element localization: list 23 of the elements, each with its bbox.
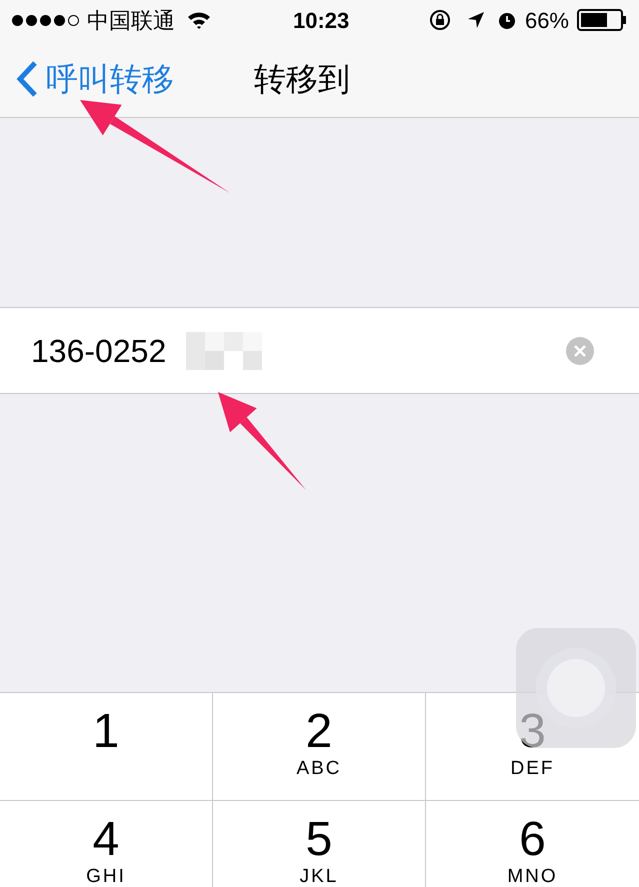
wifi-icon: [187, 11, 211, 29]
keypad-key[interactable]: 3 DEF: [426, 693, 639, 800]
carrier-name: 中国联通: [87, 6, 175, 34]
keypad-key[interactable]: 6 MNO: [426, 801, 639, 887]
keypad-key[interactable]: 1: [0, 693, 213, 800]
keypad-key[interactable]: 4 GHI: [0, 801, 213, 887]
clock-time: 10:23: [293, 6, 350, 34]
chevron-left-icon: [16, 60, 38, 98]
battery-percentage: 66%: [524, 6, 569, 34]
signal-icon: [12, 14, 79, 26]
rotation-lock-icon: [428, 9, 451, 31]
close-icon: [574, 344, 586, 356]
phone-number: 136-0252: [31, 332, 166, 370]
phone-number-field[interactable]: 136-0252: [0, 307, 639, 394]
keypad-key[interactable]: 5 JKL: [213, 801, 426, 887]
keypad-key[interactable]: 2 ABC: [213, 693, 426, 800]
back-button[interactable]: 呼叫转移: [16, 54, 174, 102]
screen-title: 转移到: [254, 60, 350, 98]
location-icon: [466, 11, 485, 29]
battery-icon: [577, 9, 627, 31]
assistive-touch-menu[interactable]: [516, 628, 636, 748]
alarm-icon: [496, 10, 517, 30]
clear-button[interactable]: [566, 336, 594, 364]
